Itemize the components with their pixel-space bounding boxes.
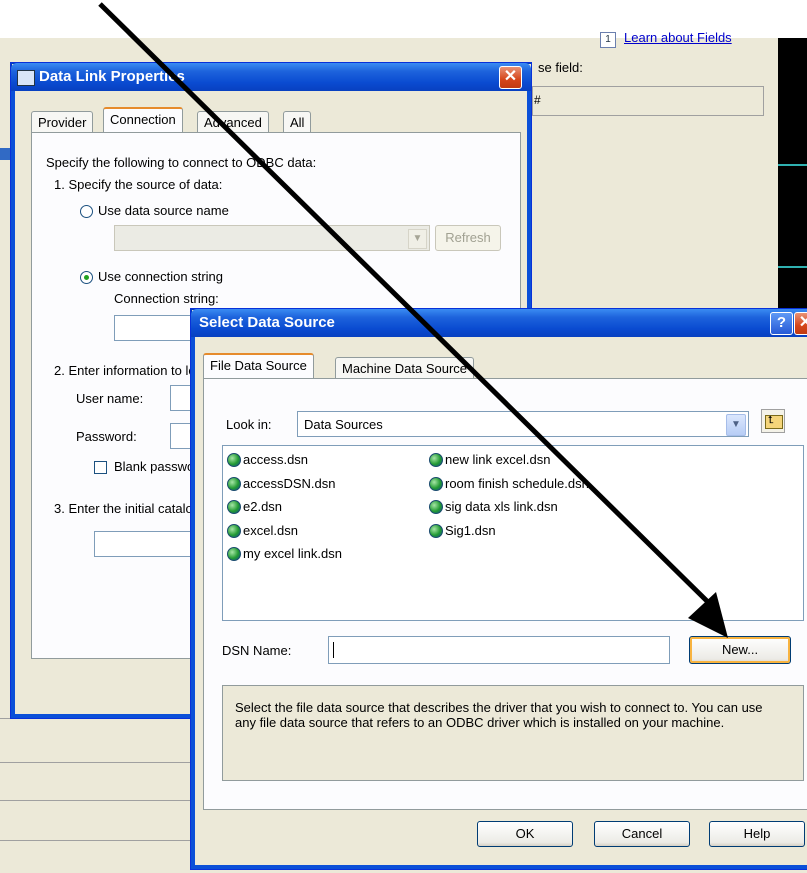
use-connection-string-radio[interactable]	[80, 271, 93, 284]
tab-label: Advanced	[204, 115, 262, 130]
file-name: room finish schedule.dsn	[445, 476, 589, 491]
dsn-file-icon	[429, 453, 443, 467]
list-item[interactable]: accessDSN.dsn	[227, 475, 335, 493]
database-field-value: #	[534, 93, 541, 107]
tab-label: Provider	[38, 115, 87, 130]
help-title-button[interactable]: ?	[770, 312, 793, 335]
file-data-source-panel: Look in: Data Sources ▼ ⮤ access.dsn acc…	[203, 378, 807, 810]
list-item[interactable]: sig data xls link.dsn	[429, 498, 558, 516]
data-link-title-bar[interactable]: Data Link Properties	[11, 63, 531, 91]
tab-advanced[interactable]: Advanced	[197, 111, 269, 133]
select-data-source-dialog: Select Data Source ? ✕ File Data Source …	[190, 308, 807, 870]
select-data-source-title: Select Data Source	[199, 314, 335, 331]
use-connection-string-label: Use connection string	[98, 269, 224, 284]
text-cursor	[333, 642, 334, 658]
list-item[interactable]: Sig1.dsn	[429, 522, 496, 540]
dsn-file-icon	[429, 477, 443, 491]
help-label: Help	[743, 826, 771, 841]
tab-connection[interactable]: Connection	[103, 107, 183, 132]
close-icon: ✕	[798, 314, 807, 331]
new-button-label: New...	[721, 642, 759, 657]
description-box: Select the file data source that describ…	[222, 685, 804, 781]
tab-label: File Data Source	[210, 358, 307, 373]
file-list[interactable]: access.dsn accessDSN.dsn e2.dsn excel.ds…	[222, 445, 804, 621]
tab-label: Connection	[110, 112, 176, 127]
select-close-button[interactable]: ✕	[794, 312, 807, 335]
tab-machine-data-source[interactable]: Machine Data Source	[335, 357, 475, 379]
dsn-name-input[interactable]	[328, 636, 670, 664]
dsn-file-icon	[429, 524, 443, 538]
tab-label: Machine Data Source	[342, 361, 468, 376]
list-item[interactable]: excel.dsn	[227, 522, 298, 540]
intro-text: Specify the following to connect to ODBC…	[46, 155, 317, 170]
background-divider	[0, 840, 200, 841]
background-divider	[0, 800, 200, 801]
chevron-down-icon[interactable]: ▼	[408, 229, 427, 249]
cancel-label: Cancel	[621, 826, 663, 841]
chevron-down-icon[interactable]: ▼	[726, 414, 746, 436]
dsn-file-icon	[227, 477, 241, 491]
look-in-label: Look in:	[226, 417, 272, 432]
cancel-button[interactable]: Cancel	[594, 821, 690, 847]
background-divider	[0, 762, 200, 763]
look-in-value: Data Sources	[304, 417, 383, 432]
file-name: access.dsn	[243, 452, 309, 467]
refresh-button[interactable]: Refresh	[435, 225, 501, 251]
list-item[interactable]: access.dsn	[227, 451, 308, 469]
learn-about-fields-link[interactable]: 1 Learn about Fields	[600, 30, 732, 48]
refresh-label: Refresh	[445, 230, 491, 245]
use-dsn-label: Use data source name	[98, 203, 229, 218]
tab-provider[interactable]: Provider	[31, 111, 94, 133]
up-one-level-icon[interactable]: ⮤	[761, 409, 785, 433]
data-link-app-icon	[17, 70, 35, 86]
tab-all[interactable]: All	[283, 111, 312, 133]
help-button[interactable]: Help	[709, 821, 805, 847]
help-link-text[interactable]: Learn about Fields	[624, 30, 732, 45]
file-name: excel.dsn	[243, 523, 298, 538]
connection-string-label: Connection string:	[114, 291, 219, 306]
step1-label: 1. Specify the source of data:	[54, 177, 223, 192]
list-item[interactable]: new link excel.dsn	[429, 451, 551, 469]
file-name: sig data xls link.dsn	[445, 499, 558, 514]
user-name-label: User name:	[76, 391, 144, 406]
new-button[interactable]: New...	[689, 636, 791, 664]
database-field-box[interactable]	[532, 86, 764, 116]
file-name: accessDSN.dsn	[243, 476, 336, 491]
dsn-file-icon	[429, 500, 443, 514]
dsn-dropdown[interactable]: ▼	[114, 225, 430, 251]
dsn-file-icon	[227, 500, 241, 514]
ok-label: OK	[515, 826, 535, 841]
list-item[interactable]: room finish schedule.dsn	[429, 475, 589, 493]
database-field-label: se field:	[538, 60, 583, 75]
ok-button[interactable]: OK	[477, 821, 573, 847]
list-item[interactable]: my excel link.dsn	[227, 545, 342, 563]
description-text: Select the file data source that describ…	[235, 700, 763, 730]
data-link-close-button[interactable]: ✕	[499, 66, 522, 89]
dsn-file-icon	[227, 524, 241, 538]
file-name: new link excel.dsn	[445, 452, 551, 467]
file-name: my excel link.dsn	[243, 546, 342, 561]
password-label: Password:	[76, 429, 137, 444]
tab-file-data-source[interactable]: File Data Source	[203, 353, 314, 378]
help-number-badge: 1	[600, 32, 616, 48]
look-in-dropdown[interactable]: Data Sources ▼	[297, 411, 749, 437]
data-link-title: Data Link Properties	[39, 68, 185, 85]
dsn-file-icon	[227, 547, 241, 561]
blank-password-checkbox[interactable]	[94, 461, 107, 474]
help-icon: ?	[776, 314, 787, 331]
use-dsn-radio[interactable]	[80, 205, 93, 218]
file-name: e2.dsn	[243, 499, 283, 514]
dsn-name-label: DSN Name:	[222, 643, 292, 658]
close-icon: ✕	[503, 68, 518, 85]
dsn-file-icon	[227, 453, 241, 467]
tab-label: All	[290, 115, 305, 130]
file-name: Sig1.dsn	[445, 523, 496, 538]
list-item[interactable]: e2.dsn	[227, 498, 282, 516]
select-data-source-title-bar[interactable]: Select Data Source	[191, 309, 807, 337]
